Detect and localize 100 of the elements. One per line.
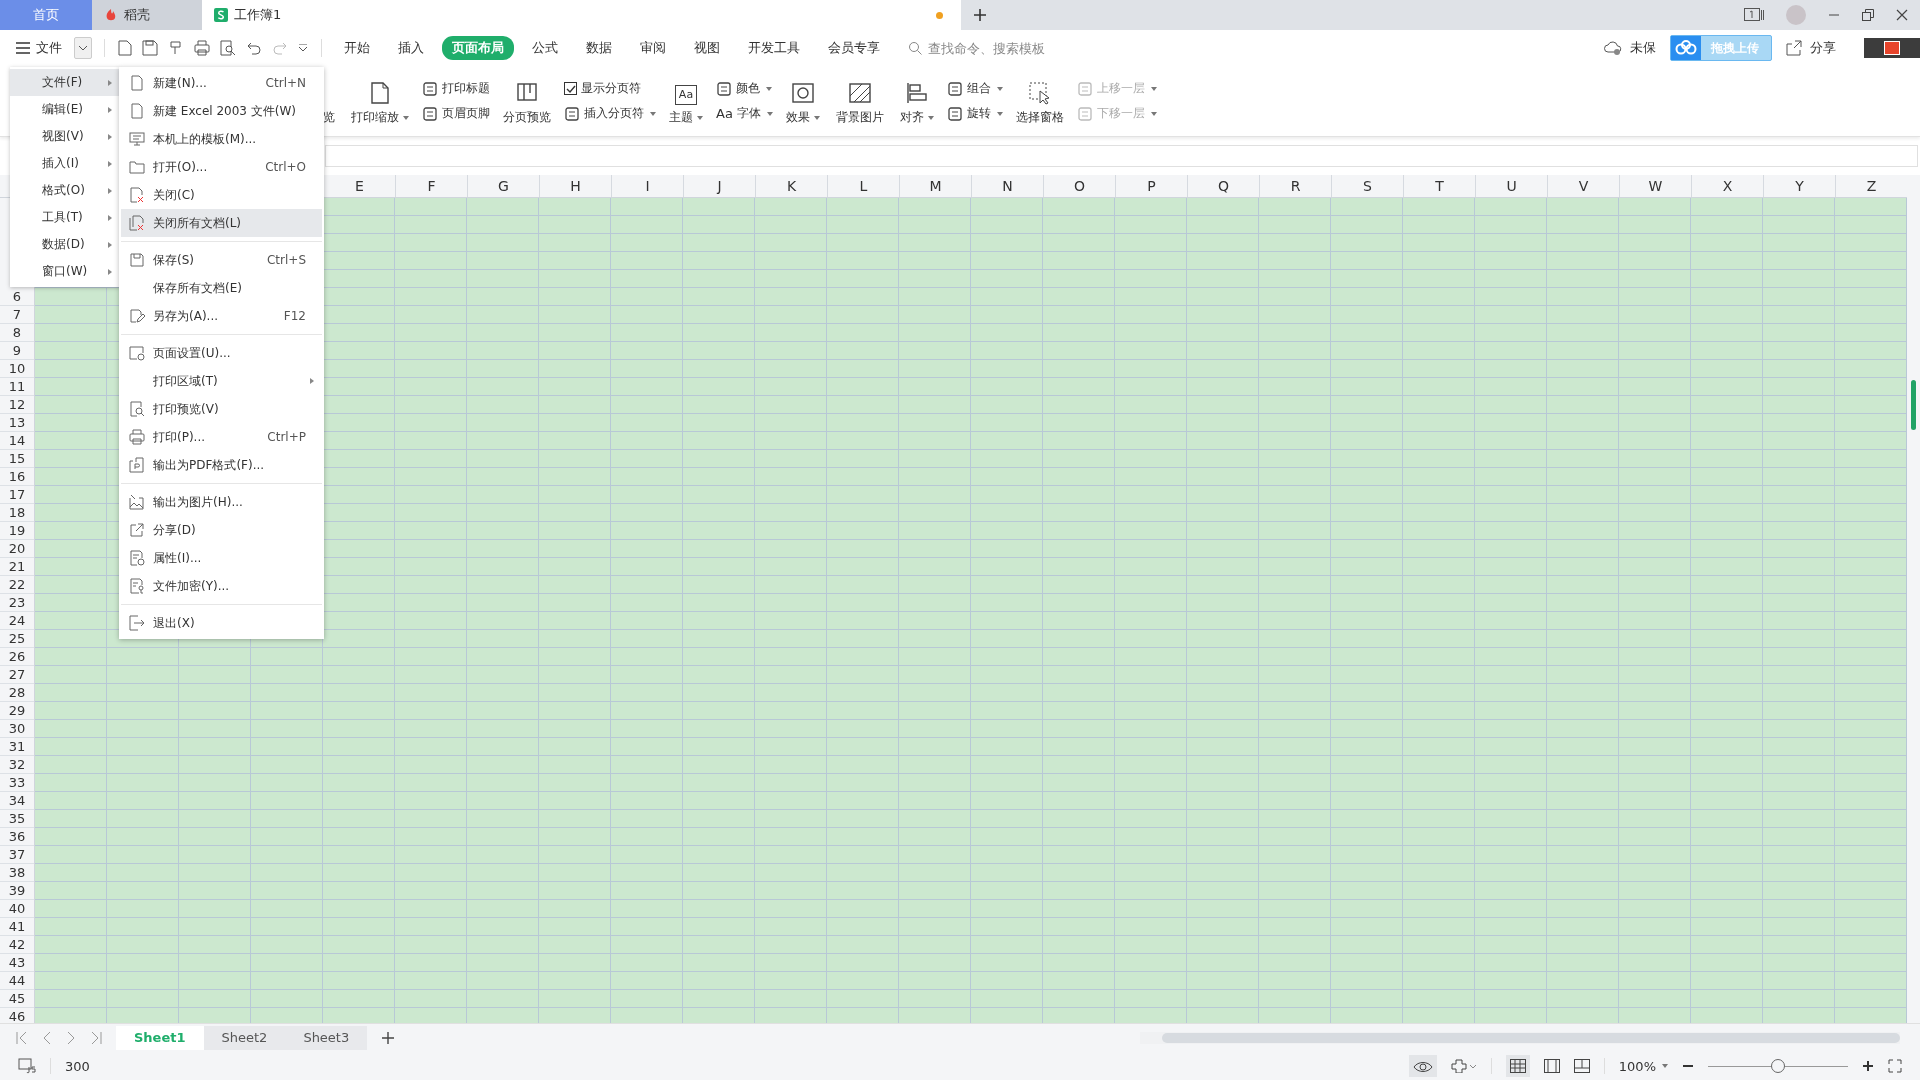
column-header[interactable]: S [1331, 175, 1403, 197]
menu-item[interactable]: 新建 Excel 2003 文件(W) [121, 97, 322, 125]
column-header[interactable]: W [1619, 175, 1691, 197]
menu-item[interactable]: 退出(X) [121, 609, 322, 637]
ribbon-tab[interactable]: 数据 [576, 36, 622, 60]
row-header[interactable]: 42 [0, 936, 34, 954]
ribbon-tab[interactable]: 视图 [684, 36, 730, 60]
column-header[interactable]: N [971, 175, 1043, 197]
row-header[interactable]: 10 [0, 360, 34, 378]
row-header[interactable]: 8 [0, 324, 34, 342]
undo-icon[interactable] [246, 40, 262, 56]
row-header[interactable]: 18 [0, 504, 34, 522]
ribbon-button[interactable]: 效果 [782, 66, 823, 136]
menu-item[interactable]: 输出为PDF格式(F)... [121, 451, 322, 479]
ribbon-button[interactable]: 分页预览 [500, 66, 554, 136]
row-header[interactable]: 31 [0, 738, 34, 756]
save-icon[interactable] [142, 40, 158, 56]
ribbon-button[interactable]: 对齐 [896, 66, 937, 136]
row-header[interactable]: 35 [0, 810, 34, 828]
row-header[interactable]: 23 [0, 594, 34, 612]
zoom-slider-thumb[interactable] [1771, 1058, 1785, 1073]
ribbon-button[interactable]: 旋转 [946, 105, 1003, 122]
menu-item[interactable]: 文件加密(Y)... [121, 572, 322, 600]
normal-view-button[interactable] [1505, 1055, 1530, 1077]
menu-item[interactable]: 文件(F) [10, 69, 120, 96]
page-view-icon[interactable] [1543, 1059, 1560, 1073]
menu-item[interactable]: 工具(T) [10, 204, 120, 231]
sheet-tab[interactable]: Sheet2 [203, 1026, 286, 1050]
fullscreen-icon[interactable] [1888, 1059, 1902, 1073]
vertical-scrollbar[interactable] [1907, 175, 1920, 1023]
row-header[interactable]: 39 [0, 882, 34, 900]
menu-item[interactable]: 打印(P)... Ctrl+P [121, 423, 322, 451]
row-header[interactable]: 28 [0, 684, 34, 702]
ribbon-tab[interactable]: 公式 [522, 36, 568, 60]
ribbon-button[interactable]: 打印缩放 [348, 66, 412, 136]
menu-item[interactable]: 窗口(W) [10, 258, 120, 285]
row-header[interactable]: 34 [0, 792, 34, 810]
ribbon-button[interactable]: 选择窗格 [1012, 66, 1067, 136]
eye-protection-button[interactable] [1408, 1055, 1437, 1077]
menu-item[interactable]: 格式(O) [10, 177, 120, 204]
ribbon-tab[interactable]: 会员专享 [818, 36, 890, 60]
menu-item[interactable]: 打印区域(T) [121, 367, 322, 395]
previous-sheet-icon[interactable] [42, 1031, 52, 1045]
share-button[interactable]: 分享 [1810, 39, 1836, 57]
menu-item[interactable]: 另存为(A)... F12 [121, 302, 322, 330]
sheet-tab[interactable]: Sheet3 [285, 1026, 368, 1050]
menu-item[interactable]: 关闭(C) [121, 181, 322, 209]
row-header[interactable]: 21 [0, 558, 34, 576]
menu-item[interactable]: 数据(D) [10, 231, 120, 258]
column-header[interactable]: Q [1187, 175, 1259, 197]
row-header[interactable]: 45 [0, 990, 34, 1008]
menu-item[interactable]: 新建(N)... Ctrl+N [121, 69, 322, 97]
row-header[interactable]: 24 [0, 612, 34, 630]
row-header[interactable]: 17 [0, 486, 34, 504]
row-header[interactable]: 41 [0, 918, 34, 936]
checkbox[interactable] [564, 82, 577, 95]
column-header[interactable]: R [1259, 175, 1331, 197]
row-header[interactable]: 6 [0, 288, 34, 306]
row-header[interactable]: 36 [0, 828, 34, 846]
ribbon-tab[interactable]: 审阅 [630, 36, 676, 60]
column-header[interactable]: V [1547, 175, 1619, 197]
column-header[interactable]: J [683, 175, 755, 197]
restore-icon[interactable] [1862, 9, 1874, 21]
share-icon[interactable] [1786, 40, 1802, 56]
caret-icon[interactable] [298, 44, 308, 52]
column-header[interactable]: X [1691, 175, 1763, 197]
column-header[interactable]: O [1043, 175, 1115, 197]
menu-item[interactable]: 属性(I)... [121, 544, 322, 572]
menu-item[interactable]: 关闭所有文档(L) [121, 209, 322, 237]
column-header[interactable]: L [827, 175, 899, 197]
menu-item[interactable]: 打开(O)... Ctrl+O [121, 153, 322, 181]
column-header[interactable]: G [467, 175, 539, 197]
menu-item[interactable]: 页面设置(U)... [121, 339, 322, 367]
ribbon-button[interactable]: Aa 字体 [716, 105, 773, 122]
input-method-icon[interactable] [1864, 38, 1920, 58]
document-tab[interactable]: 工作簿1 [202, 0, 961, 30]
row-header[interactable]: 29 [0, 702, 34, 720]
column-header[interactable]: Y [1763, 175, 1835, 197]
ribbon-button[interactable]: 页眉页脚 [422, 105, 490, 122]
row-header[interactable]: 7 [0, 306, 34, 324]
first-sheet-icon[interactable] [16, 1031, 28, 1045]
zoom-level-dropdown[interactable]: 100% [1618, 1058, 1668, 1074]
ribbon-button[interactable]: 颜色 [716, 80, 773, 97]
row-header[interactable]: 33 [0, 774, 34, 792]
document-tab[interactable]: 稻壳 [92, 0, 202, 30]
ribbon-tab[interactable]: 开发工具 [738, 36, 810, 60]
ribbon-tab[interactable]: 开始 [334, 36, 380, 60]
row-header[interactable]: 22 [0, 576, 34, 594]
ribbon-button[interactable]: 插入分页符 [564, 105, 656, 122]
menu-item[interactable]: 保存(S) Ctrl+S [121, 246, 322, 274]
column-header[interactable]: T [1403, 175, 1475, 197]
row-header[interactable]: 15 [0, 450, 34, 468]
preview-icon[interactable] [220, 40, 236, 56]
next-sheet-icon[interactable] [66, 1031, 76, 1045]
column-header[interactable]: F [395, 175, 467, 197]
row-header[interactable]: 40 [0, 900, 34, 918]
last-sheet-icon[interactable] [90, 1031, 102, 1045]
ribbon-button[interactable]: 背景图片 [832, 66, 887, 136]
menu-item[interactable]: 视图(V) [10, 123, 120, 150]
row-header[interactable]: 26 [0, 648, 34, 666]
